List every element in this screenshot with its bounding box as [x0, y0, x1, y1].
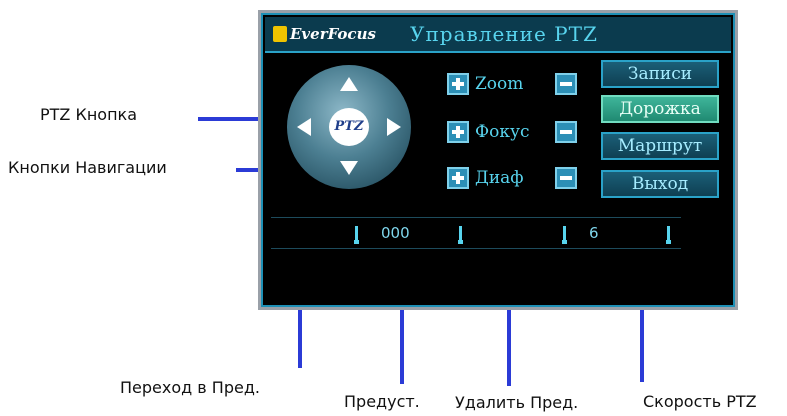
title-bar: EverFocus Управление PTZ [265, 17, 731, 53]
track-button[interactable]: Дорожка [601, 95, 719, 123]
preset-slot-marker [458, 240, 463, 244]
ptz-window-frame: EverFocus Управление PTZ PTZ Zoom Фокус [261, 13, 735, 307]
ptz-speed-value[interactable]: 6 [589, 224, 599, 242]
arrow-right-icon[interactable] [387, 118, 401, 136]
callout-goto-preset: Переход в Пред. [120, 378, 260, 397]
callout-ptz-button: PTZ Кнопка [40, 105, 138, 124]
iris-label: Диаф [475, 168, 524, 188]
ptz-speed-slot[interactable] [667, 226, 670, 240]
callout-preset: Предуст. [344, 392, 420, 411]
exit-button[interactable]: Выход [601, 170, 719, 198]
brand-name: EverFocus [290, 25, 376, 43]
zoom-label: Zoom [475, 74, 524, 94]
focus-minus-button[interactable] [555, 121, 577, 143]
ptz-control-window: EverFocus Управление PTZ PTZ Zoom Фокус [258, 10, 738, 310]
delete-preset-slot-marker [562, 240, 567, 244]
minus-icon [560, 82, 572, 86]
zoom-plus-button[interactable] [447, 73, 469, 95]
minus-icon [560, 130, 572, 134]
arrow-down-icon[interactable] [340, 161, 358, 175]
arrow-left-icon[interactable] [297, 118, 311, 136]
delete-preset-slot[interactable] [563, 226, 566, 240]
brand-logo-icon [273, 26, 287, 42]
callout-delete-preset: Удалить Пред. [455, 393, 579, 412]
navigation-joystick: PTZ [287, 65, 411, 189]
goto-preset-slot-marker [354, 240, 359, 244]
callout-navigation-buttons: Кнопки Навигации [8, 158, 167, 177]
iris-minus-button[interactable] [555, 167, 577, 189]
preset-number[interactable]: 000 [381, 224, 410, 242]
plus-icon-vertical [456, 126, 460, 138]
plus-icon-vertical [456, 172, 460, 184]
minus-icon [560, 176, 572, 180]
zoom-minus-button[interactable] [555, 73, 577, 95]
records-button[interactable]: Записи [601, 60, 719, 88]
goto-preset-slot[interactable] [355, 226, 358, 240]
preset-slot[interactable] [459, 226, 462, 240]
brand-logo: EverFocus [273, 24, 376, 44]
window-title: Управление PTZ [410, 22, 598, 46]
focus-label: Фокус [475, 122, 530, 142]
ptz-button[interactable]: PTZ [329, 108, 369, 146]
callout-ptz-speed: Скорость PTZ [643, 392, 757, 411]
arrow-up-icon[interactable] [340, 77, 358, 91]
plus-icon-vertical [456, 78, 460, 90]
route-button[interactable]: Маршрут [601, 132, 719, 160]
preset-speed-bar: 000 6 [271, 217, 681, 249]
focus-plus-button[interactable] [447, 121, 469, 143]
iris-plus-button[interactable] [447, 167, 469, 189]
ptz-speed-slot-marker [666, 240, 671, 244]
